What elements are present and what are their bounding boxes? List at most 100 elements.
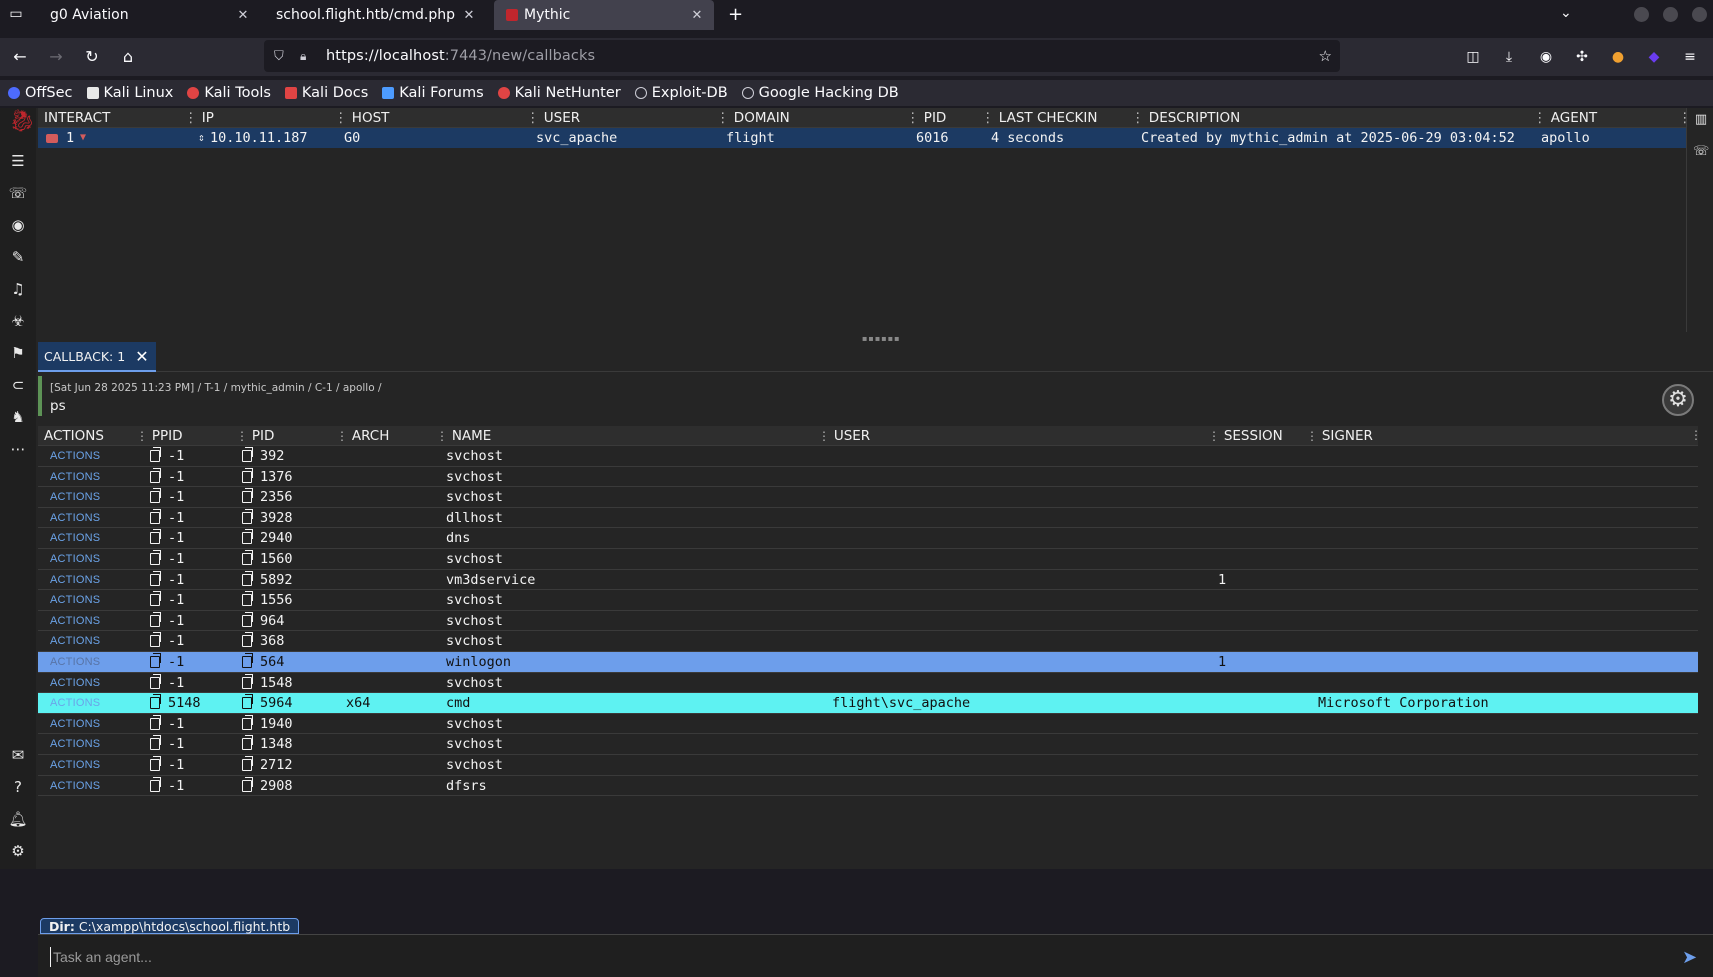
copy-icon[interactable] xyxy=(150,529,161,545)
reload-icon[interactable]: ↻ xyxy=(82,47,102,67)
process-row[interactable]: ACTIONS -1 368 svchost xyxy=(38,631,1698,652)
phone-forward-icon[interactable]: ☏ xyxy=(1693,144,1709,160)
actions-button[interactable]: ACTIONS xyxy=(50,697,100,709)
col-name[interactable]: ⋮ NAME xyxy=(436,428,491,444)
bookmark-exploit-db[interactable]: Exploit-DB xyxy=(634,85,728,101)
forward-icon[interactable]: → xyxy=(46,47,66,67)
bookmark-offsec[interactable]: OffSec xyxy=(8,85,73,101)
copy-icon[interactable] xyxy=(242,549,253,565)
headphones-icon[interactable]: ♫ xyxy=(8,279,28,299)
col-user[interactable]: ⋮ USER xyxy=(526,110,580,126)
close-icon[interactable]: ✕ xyxy=(236,8,250,23)
process-row[interactable]: ACTIONS -1 1348 svchost xyxy=(38,734,1698,755)
play-circle-icon[interactable]: ◉ xyxy=(8,215,28,235)
copy-icon[interactable] xyxy=(242,632,253,648)
copy-icon[interactable] xyxy=(150,694,161,710)
task-agent-input[interactable] xyxy=(50,947,1610,967)
copy-icon[interactable] xyxy=(150,467,161,483)
actions-button[interactable]: ACTIONS xyxy=(50,574,100,586)
copy-icon[interactable] xyxy=(150,611,161,627)
actions-button[interactable]: ACTIONS xyxy=(50,656,100,668)
actions-button[interactable]: ACTIONS xyxy=(50,780,100,792)
account-icon[interactable]: ◉ xyxy=(1537,48,1555,66)
actions-button[interactable]: ACTIONS xyxy=(50,635,100,647)
actions-button[interactable]: ACTIONS xyxy=(50,450,100,462)
copy-icon[interactable] xyxy=(242,735,253,751)
maximize-button[interactable] xyxy=(1663,7,1678,22)
process-row[interactable]: ACTIONS -1 1376 svchost xyxy=(38,467,1698,488)
minimize-button[interactable] xyxy=(1634,7,1649,22)
help-icon[interactable]: ? xyxy=(8,777,28,797)
pencil-icon[interactable]: ✎ xyxy=(8,247,28,267)
extension-orange-icon[interactable]: ● xyxy=(1609,48,1627,66)
copy-icon[interactable] xyxy=(242,755,253,771)
process-row[interactable]: ACTIONS -1 1556 svchost xyxy=(38,590,1698,611)
bookmark-kali-linux[interactable]: Kali Linux xyxy=(86,85,173,101)
close-icon[interactable]: ✕ xyxy=(462,8,476,23)
copy-icon[interactable] xyxy=(150,488,161,504)
chart-icon[interactable]: ▥ xyxy=(1693,112,1709,128)
copy-icon[interactable] xyxy=(150,549,161,565)
close-window-button[interactable] xyxy=(1692,7,1707,22)
tab-callback-1[interactable]: CALLBACK: 1 ✕ xyxy=(38,342,156,372)
chevron-down-icon[interactable]: ⌄ xyxy=(1560,5,1572,21)
extension-purple-icon[interactable]: ◆ xyxy=(1645,48,1663,66)
callback-row[interactable]: 1 ▼ ⇕ 10.10.11.187 G0 svc_apache flight … xyxy=(38,128,1686,148)
col-signer[interactable]: ⋮ SIGNER xyxy=(1306,428,1373,444)
actions-button[interactable]: ACTIONS xyxy=(50,677,100,689)
gear-icon[interactable]: ⚙ xyxy=(1662,384,1694,416)
copy-icon[interactable] xyxy=(150,714,161,730)
resize-handle[interactable]: ▪▪▪▪▪▪ xyxy=(862,334,900,343)
list-all-tabs-icon[interactable]: ▭ xyxy=(6,6,26,24)
col-arch[interactable]: ⋮ ARCH xyxy=(336,428,389,444)
socks-icon[interactable]: ♞ xyxy=(8,407,28,427)
keyboard-icon[interactable] xyxy=(46,134,58,143)
copy-icon[interactable] xyxy=(150,508,161,524)
bookmark-kali-tools[interactable]: Kali Tools xyxy=(187,85,271,101)
shield-icon[interactable]: ⛉ xyxy=(274,49,288,64)
col-domain[interactable]: ⋮ DOMAIN xyxy=(716,110,790,126)
copy-icon[interactable] xyxy=(242,447,253,462)
copy-icon[interactable] xyxy=(242,694,253,710)
copy-icon[interactable] xyxy=(150,755,161,771)
feedback-icon[interactable]: ✉ xyxy=(8,745,28,765)
col-interact[interactable]: INTERACT xyxy=(44,110,110,126)
actions-button[interactable]: ACTIONS xyxy=(50,759,100,771)
actions-button[interactable]: ACTIONS xyxy=(50,553,100,565)
close-icon[interactable]: ✕ xyxy=(135,347,148,366)
copy-icon[interactable] xyxy=(242,652,253,668)
col-ppid[interactable]: ⋮ PPID xyxy=(136,428,183,444)
caret-down-icon[interactable]: ▼ xyxy=(80,132,86,143)
copy-icon[interactable] xyxy=(150,776,161,792)
col-description[interactable]: ⋮ DESCRIPTION xyxy=(1131,110,1240,126)
bookmark-kali-forums[interactable]: Kali Forums xyxy=(382,85,484,101)
process-row[interactable]: ACTIONS -1 2908 dfsrs xyxy=(38,776,1698,797)
actions-button[interactable]: ACTIONS xyxy=(50,615,100,627)
actions-button[interactable]: ACTIONS xyxy=(50,738,100,750)
tab-g0-aviation[interactable]: g0 Aviation ✕ xyxy=(38,0,260,30)
download-icon[interactable]: ⤓ xyxy=(1500,48,1518,66)
col-user[interactable]: ⋮ USER xyxy=(818,428,870,444)
callback-id[interactable]: 1 xyxy=(66,130,74,146)
col-pid[interactable]: ⋮ PID xyxy=(236,428,274,444)
copy-icon[interactable] xyxy=(150,570,161,586)
process-row[interactable]: ACTIONS -1 2712 svchost xyxy=(38,755,1698,776)
process-row[interactable]: ACTIONS -1 964 svchost xyxy=(38,611,1698,632)
process-row[interactable]: ACTIONS 5148 5964 x64 cmd flight\svc_apache Mi… xyxy=(38,693,1698,714)
copy-icon[interactable] xyxy=(242,714,253,730)
process-row[interactable]: ACTIONS -1 1940 svchost xyxy=(38,714,1698,735)
callbacks-phone-icon[interactable]: ☏ xyxy=(8,183,28,203)
copy-icon[interactable] xyxy=(150,591,161,607)
copy-icon[interactable] xyxy=(242,508,253,524)
column-grip-icon[interactable]: ⋮ xyxy=(1690,428,1702,442)
col-last-checkin[interactable]: ⋮ LAST CHECKIN xyxy=(981,110,1097,126)
tab-school-cmd[interactable]: school.flight.htb/cmd.php?cmd ✕ xyxy=(264,0,486,30)
hamburger-menu-icon[interactable]: ☰ xyxy=(8,151,28,171)
col-actions[interactable]: ACTIONS xyxy=(44,428,104,444)
process-row[interactable]: ACTIONS -1 564 winlogon 1 xyxy=(38,651,1698,673)
bookmark-kali-nethunter[interactable]: Kali NetHunter xyxy=(497,85,621,101)
back-icon[interactable]: ← xyxy=(10,47,30,67)
actions-button[interactable]: ACTIONS xyxy=(50,471,100,483)
actions-button[interactable]: ACTIONS xyxy=(50,491,100,503)
lock-icon[interactable]: 🔒︎ xyxy=(300,49,314,64)
